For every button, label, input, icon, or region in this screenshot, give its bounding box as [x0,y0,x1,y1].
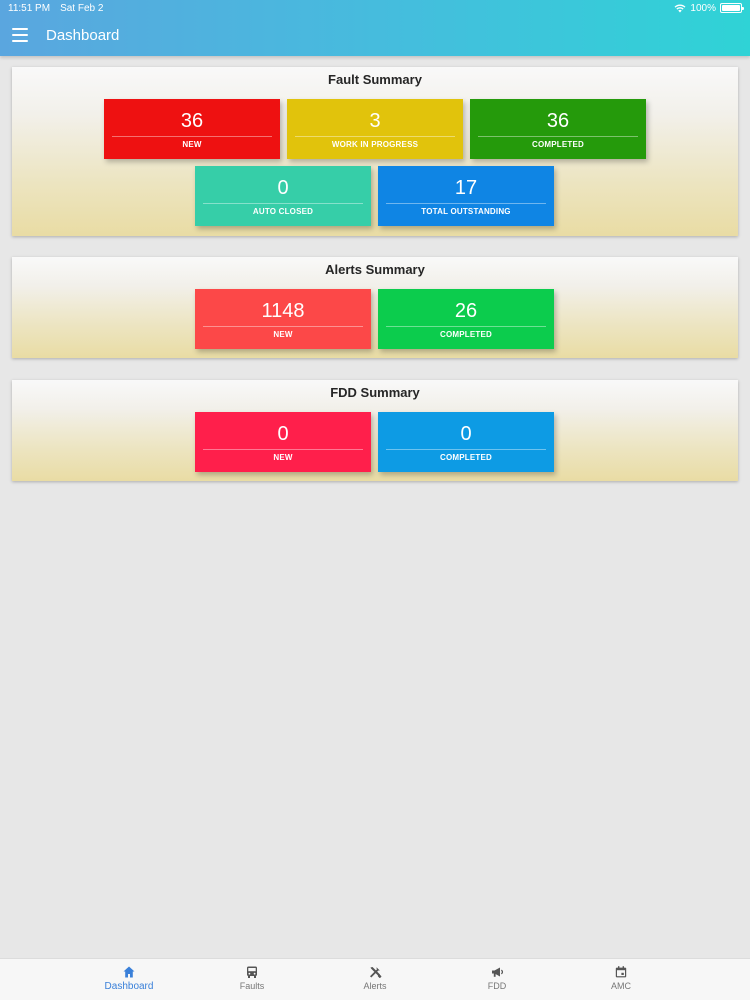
tab-faults[interactable]: Faults [207,965,297,991]
fault-summary-card: Fault Summary 36 NEW 3 WORK IN PROGRESS … [12,67,738,236]
tile-value: 3 [369,110,381,132]
status-date: Sat Feb 2 [60,2,104,14]
alerts-completed-tile[interactable]: 26 COMPLETED [378,289,554,349]
tile-label: WORK IN PROGRESS [331,140,419,149]
tile-label: COMPLETED [439,453,493,462]
tile-label: NEW [273,330,293,339]
tab-label: FDD [487,981,507,991]
calendar-icon [615,966,627,978]
tab-label: AMC [611,981,631,991]
battery-percent: 100% [690,2,716,14]
fault-work-in-progress-tile[interactable]: 3 WORK IN PROGRESS [287,99,463,159]
tile-value: 17 [454,177,478,199]
tile-value: 26 [454,300,478,322]
tab-dashboard[interactable]: Dashboard [84,965,174,992]
hamburger-menu-icon[interactable] [12,28,28,42]
tab-fdd[interactable]: FDD [452,965,542,991]
fault-auto-closed-tile[interactable]: 0 AUTO CLOSED [195,166,371,226]
tab-label: Alerts [363,981,387,991]
wifi-icon [674,4,686,12]
alerts-new-tile[interactable]: 1148 NEW [195,289,371,349]
fdd-summary-title: FDD Summary [330,385,420,400]
bottom-tab-bar: Dashboard Faults Alerts FDD AMC [0,958,750,1000]
fdd-new-tile[interactable]: 0 NEW [195,412,371,472]
tile-label: COMPLETED [439,330,493,339]
fdd-completed-tile[interactable]: 0 COMPLETED [378,412,554,472]
tab-alerts[interactable]: Alerts [330,965,420,991]
tile-label: NEW [182,140,202,149]
fault-completed-tile[interactable]: 36 COMPLETED [470,99,646,159]
tile-label: NEW [273,453,293,462]
page-title: Dashboard [46,27,120,44]
fault-total-outstanding-tile[interactable]: 17 TOTAL OUTSTANDING [378,166,554,226]
bus-icon [247,966,257,978]
status-bar: 11:51 PM Sat Feb 2 100% [0,0,750,16]
tile-value: 1148 [261,300,305,322]
alerts-summary-title: Alerts Summary [325,262,425,277]
fault-summary-title: Fault Summary [328,72,422,87]
tab-label: Faults [239,981,265,991]
tile-label: TOTAL OUTSTANDING [421,207,511,216]
tile-label: AUTO CLOSED [252,207,314,216]
alerts-summary-card: Alerts Summary 1148 NEW 26 COMPLETED [12,257,738,358]
tab-amc[interactable]: AMC [576,965,666,991]
tile-value: 36 [180,110,204,132]
battery-icon [720,3,744,13]
fdd-summary-card: FDD Summary 0 NEW 0 COMPLETED [12,380,738,481]
megaphone-icon [492,967,504,977]
home-icon [123,966,135,978]
tile-value: 0 [277,177,289,199]
tab-label: Dashboard [104,981,154,992]
tile-value: 36 [546,110,570,132]
tile-value: 0 [277,423,289,445]
fault-new-tile[interactable]: 36 NEW [104,99,280,159]
tile-label: COMPLETED [531,140,585,149]
tools-icon [370,967,382,979]
tile-value: 0 [460,423,472,445]
status-time: 11:51 PM [8,2,51,14]
